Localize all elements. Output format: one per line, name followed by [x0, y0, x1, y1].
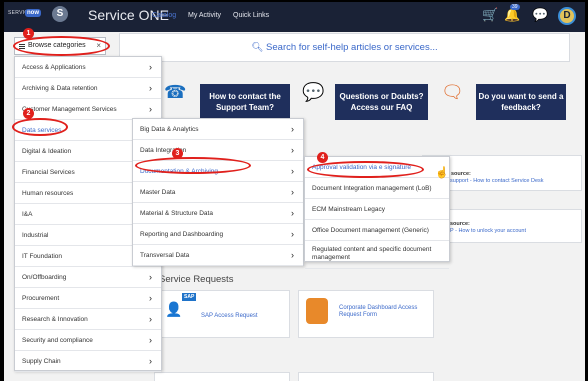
data-services-item-label: Reporting and Dashboarding: [140, 231, 224, 238]
data-services-item[interactable]: Reporting and Dashboarding ›: [133, 224, 303, 245]
documentation-item[interactable]: Office Document management (Generic): [305, 220, 449, 241]
search-input[interactable]: 🔍︎ Search for self-help articles or serv…: [119, 33, 570, 62]
user-icon: 👤: [165, 301, 183, 317]
chevron-right-icon: ›: [291, 208, 294, 218]
category-item-label: Financial Services: [22, 169, 75, 176]
hand-cursor-icon: ☝: [435, 167, 449, 179]
category-item-label: Industrial: [22, 232, 49, 239]
faq-banner[interactable]: Questions or Doubts? Access our FAQ: [335, 84, 428, 120]
data-services-item[interactable]: Material & Structure Data ›: [133, 203, 303, 224]
category-item-label: On/Offboarding: [22, 274, 67, 281]
category-item-label: Human resources: [22, 190, 74, 197]
search-placeholder: Search for self-help articles or service…: [266, 42, 438, 53]
annotation-number-2: 2: [23, 108, 34, 119]
app-badge-icon: S: [52, 6, 68, 22]
category-item-label: Customer Management Services: [22, 106, 117, 113]
category-item[interactable]: Procurement ›: [15, 288, 161, 309]
cart-icon[interactable]: 🛒: [482, 7, 498, 23]
category-item[interactable]: Archiving & Data retention ›: [15, 78, 161, 99]
data-services-submenu: Big Data & Analytics › Data Integration › Do…: [132, 118, 304, 266]
chevron-right-icon: ›: [149, 83, 152, 93]
category-item[interactable]: On/Offboarding ›: [15, 267, 161, 288]
page: SERVICE now S Service ONE Catalog My Act…: [4, 2, 585, 381]
database-icon: [306, 298, 328, 324]
annotation-number-3: 3: [172, 148, 183, 159]
category-item-label: Supply Chain: [22, 358, 61, 365]
category-item-label: Archiving & Data retention: [22, 85, 98, 92]
category-item[interactable]: Research & Innovation ›: [15, 309, 161, 330]
feedback-banner[interactable]: Do you want to send a feedback?: [476, 84, 566, 120]
logo-now-mark: now: [25, 9, 41, 17]
chevron-right-icon: ›: [291, 229, 294, 239]
category-item[interactable]: Access & Applications ›: [15, 57, 161, 78]
category-item-label: Procurement: [22, 295, 60, 302]
top-bar: SERVICE now S Service ONE Catalog My Act…: [4, 2, 585, 32]
feedback-icon: 🗨: [441, 82, 464, 102]
card-row-partial: [154, 372, 290, 381]
data-services-item[interactable]: Master Data ›: [133, 182, 303, 203]
documentation-item-label: ECM Mainstream Legacy: [312, 206, 385, 213]
nav-my-activity[interactable]: My Activity: [188, 12, 221, 19]
documentation-item[interactable]: Regulated content and specific document …: [305, 241, 449, 269]
data-services-item[interactable]: Big Data & Analytics ›: [133, 119, 303, 140]
card-row-partial: [298, 372, 434, 381]
documentation-item[interactable]: ECM Mainstream Legacy: [305, 199, 449, 220]
annotation-ring-3: [135, 157, 251, 174]
chevron-right-icon: ›: [149, 104, 152, 114]
annotation-ring-1: [13, 36, 110, 56]
chevron-right-icon: ›: [149, 62, 152, 72]
sap-logo: SAP: [182, 293, 197, 301]
nav-catalog[interactable]: Catalog: [152, 12, 176, 19]
chevron-right-icon: ›: [149, 335, 152, 345]
source-label: source:: [450, 221, 470, 227]
category-item-label: Digital & Ideation: [22, 148, 72, 155]
data-services-item-label: Material & Structure Data: [140, 210, 213, 217]
annotation-number-4: 4: [317, 152, 328, 163]
chat-icon[interactable]: 💬: [532, 7, 548, 23]
chevron-right-icon: ›: [149, 272, 152, 282]
category-item-label: Research & Innovation: [22, 316, 88, 323]
service-requests-title: Service Requests: [159, 274, 234, 285]
chevron-right-icon: ›: [149, 314, 152, 324]
category-item-label: IT Foundation: [22, 253, 62, 260]
avatar[interactable]: D: [558, 7, 576, 25]
category-item[interactable]: Security and compliance ›: [15, 330, 161, 351]
data-services-item-label: Master Data: [140, 189, 176, 196]
question-answer-icon: 💬: [302, 82, 325, 102]
contact-support-banner[interactable]: How to contact the Support Team?: [200, 84, 290, 120]
documentation-item-label: Document Integration management (LoB): [312, 185, 432, 192]
chevron-right-icon: ›: [291, 187, 294, 197]
data-services-item-label: Big Data & Analytics: [140, 126, 199, 133]
annotation-number-1: 1: [23, 28, 34, 39]
sap-access-label[interactable]: SAP Access Request: [201, 313, 258, 319]
cart-count-badge: 39: [510, 4, 520, 10]
phone-support-icon: ☎: [164, 82, 187, 102]
kb-link-contact[interactable]: support - How to contact Service Desk: [450, 178, 544, 184]
data-services-item[interactable]: Transversal Data ›: [133, 245, 303, 266]
search-icon: 🔍︎: [251, 42, 264, 53]
kb-link-unlock[interactable]: P - How to unlock your account: [450, 228, 526, 234]
annotation-ring-2: [12, 118, 68, 136]
source-label: source:: [451, 171, 471, 177]
category-item[interactable]: Supply Chain ›: [15, 351, 161, 372]
chevron-right-icon: ›: [291, 166, 294, 176]
nav-quick-links[interactable]: Quick Links: [233, 12, 269, 19]
chevron-right-icon: ›: [291, 250, 294, 260]
category-item-label: Access & Applications: [22, 64, 86, 71]
category-item-label: Security and compliance: [22, 337, 93, 344]
chevron-right-icon: ›: [149, 356, 152, 366]
category-item-label: I&A: [22, 211, 33, 218]
annotation-ring-4: [307, 161, 424, 178]
dashboard-access-label[interactable]: Corporate Dashboard Access Request Form: [339, 305, 429, 319]
chevron-right-icon: ›: [291, 124, 294, 134]
documentation-item[interactable]: Document Integration management (LoB): [305, 178, 449, 199]
data-services-item-label: Transversal Data: [140, 252, 190, 259]
chevron-right-icon: ›: [291, 145, 294, 155]
documentation-item-label: Office Document management (Generic): [312, 227, 429, 234]
documentation-item-label: Regulated content and specific document …: [312, 246, 432, 261]
chevron-right-icon: ›: [149, 293, 152, 303]
category-item[interactable]: Customer Management Services ›: [15, 99, 161, 120]
